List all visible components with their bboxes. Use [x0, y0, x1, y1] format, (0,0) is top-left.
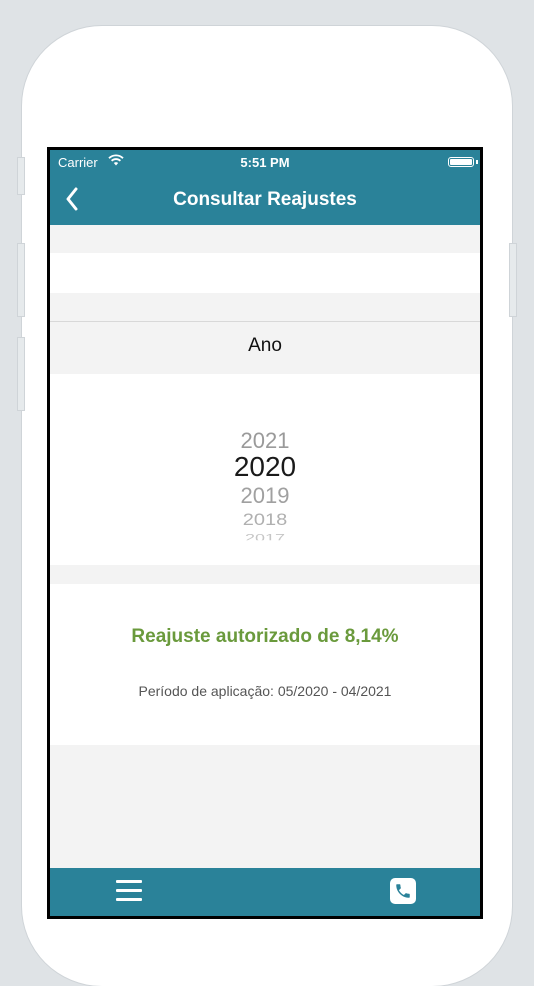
status-bar: Carrier 5:51 PM — [50, 150, 480, 174]
year-picker[interactable]: 2021 2020 2019 2018 2017 — [50, 374, 480, 565]
device-power-button — [509, 243, 517, 317]
result-card: Reajuste autorizado de 8,14% Período de … — [50, 584, 480, 745]
navigation-bar: Consultar Reajustes — [50, 174, 480, 225]
bottom-bar — [50, 868, 480, 916]
picker-option[interactable]: 2019 — [50, 483, 480, 509]
empty-row — [50, 253, 480, 293]
page-title: Consultar Reajustes — [173, 189, 357, 210]
picker-option-selected[interactable]: 2020 — [50, 451, 480, 483]
battery-icon — [448, 157, 474, 167]
picker-option[interactable]: 2018 — [50, 511, 480, 531]
picker-option[interactable]: 2017 — [50, 532, 480, 540]
section-divider — [50, 321, 480, 322]
application-period: Período de aplicação: 05/2020 - 04/2021 — [138, 683, 392, 699]
adjustment-result: Reajuste autorizado de 8,14% — [131, 626, 399, 647]
app-screen: Carrier 5:51 PM Consultar Reajustes Ano … — [47, 147, 483, 919]
status-time: 5:51 PM — [240, 155, 290, 170]
hamburger-menu-icon — [116, 880, 142, 901]
phone-icon — [396, 884, 410, 898]
year-picker-label: Ano — [248, 335, 282, 356]
device-volume-down — [17, 337, 25, 411]
call-button[interactable] — [390, 878, 416, 904]
battery-tip — [476, 160, 478, 164]
device-mute-switch — [17, 157, 25, 195]
menu-button[interactable] — [116, 880, 142, 902]
device-volume-up — [17, 243, 25, 317]
